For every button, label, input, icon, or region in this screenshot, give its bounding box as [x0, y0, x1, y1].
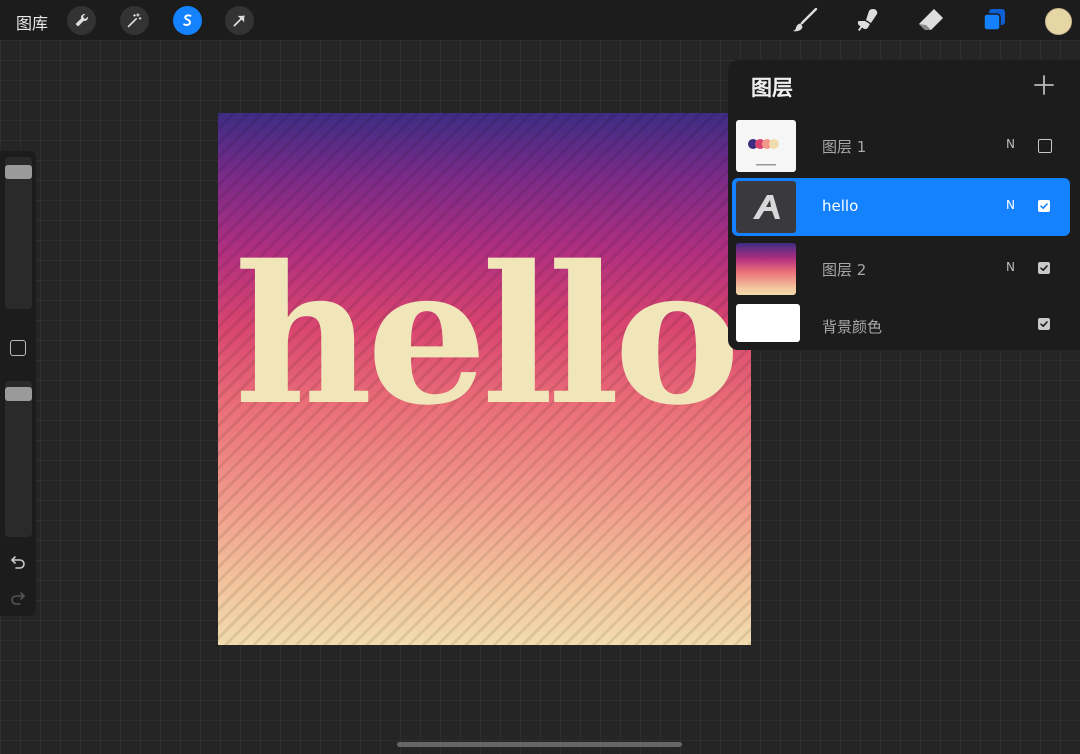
layer-row-2[interactable]: 图层 2 N [732, 240, 1070, 298]
layer-visibility-checkbox[interactable] [1038, 262, 1050, 274]
layer-thumbnail-palette [736, 120, 796, 172]
opacity-slider[interactable] [5, 381, 32, 537]
home-indicator[interactable] [397, 742, 682, 747]
magic-wand-icon[interactable] [120, 6, 149, 35]
eraser-icon[interactable] [916, 5, 946, 35]
layer-row-1[interactable]: 图层 1 N [732, 117, 1070, 175]
plus-icon[interactable] [1031, 72, 1057, 98]
opacity-thumb[interactable] [5, 387, 32, 401]
drawing-canvas[interactable]: hello [218, 113, 751, 645]
undo-icon[interactable] [9, 553, 27, 571]
selection-icon[interactable] [173, 6, 202, 35]
brush-size-thumb[interactable] [5, 165, 32, 179]
layer-name: 背景颜色 [822, 318, 883, 336]
background-color-swatch[interactable] [736, 304, 800, 342]
gallery-button[interactable]: 图库 [16, 10, 48, 34]
layer-blend-mode[interactable]: N [1006, 260, 1015, 274]
layer-visibility-checkbox[interactable] [1038, 200, 1050, 212]
left-sidebar [0, 151, 36, 616]
color-picker-swatch[interactable] [1045, 8, 1072, 35]
layer-name: 图层 2 [822, 261, 867, 279]
brush-icon[interactable] [790, 5, 820, 35]
modify-button[interactable] [10, 340, 26, 356]
layer-visibility-checkbox[interactable] [1038, 318, 1050, 330]
layer-visibility-checkbox[interactable] [1038, 139, 1052, 153]
smudge-icon[interactable] [853, 5, 883, 35]
layer-blend-mode[interactable]: N [1006, 137, 1015, 151]
brush-size-slider[interactable] [5, 157, 32, 309]
layers-panel-title: 图层 [751, 76, 793, 100]
wrench-icon[interactable] [67, 6, 96, 35]
layer-row-background[interactable]: 背景颜色 [732, 296, 1070, 350]
arrow-icon[interactable] [225, 6, 254, 35]
layer-name: 图层 1 [822, 138, 867, 156]
canvas-hello-text: hello [234, 224, 740, 447]
layers-panel: 图层 图层 1 N hello N 图层 2 N 背景颜色 [728, 60, 1080, 350]
layer-blend-mode[interactable]: N [1006, 198, 1015, 212]
layer-name: hello [822, 197, 859, 215]
redo-icon[interactable] [9, 589, 27, 607]
text-layer-icon [736, 181, 796, 233]
top-toolbar: 图库 [0, 0, 1080, 40]
layer-row-hello[interactable]: hello N [732, 178, 1070, 236]
layer-thumbnail-gradient [736, 243, 796, 295]
layers-icon[interactable] [980, 5, 1010, 35]
